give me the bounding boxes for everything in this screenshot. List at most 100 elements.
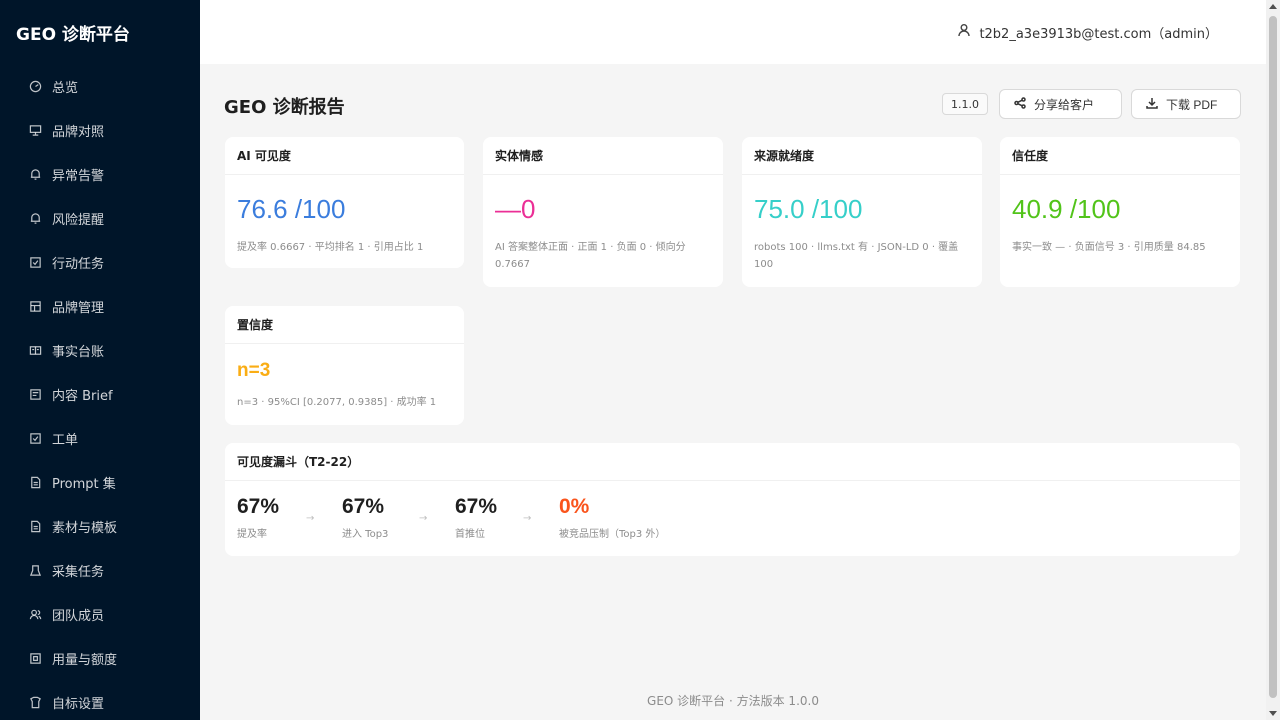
scroll-thumb[interactable] [1269, 16, 1277, 698]
ledger-icon [28, 343, 42, 357]
scroll-down-icon[interactable] [1269, 711, 1277, 716]
metric-detail: AI 答案整体正面 · 正面 1 · 负面 0 · 倾向分 0.7667 [495, 242, 686, 270]
sidebar: GEO 诊断平台 总览 品牌对照 异常告警 风险提醒 行动任务 品牌管理 事实台… [0, 0, 200, 720]
risk-icon [28, 211, 42, 225]
metric-value: 75.0 /100 [754, 194, 863, 224]
sidebar-item-settings[interactable]: 自标设置 [0, 680, 200, 720]
metric-card-confidence: 置信度 n=3 n=3 · 95%CI [0.2077, 0.9385] · 成… [225, 306, 464, 425]
sidebar-item-brand-compare[interactable]: 品牌对照 [0, 108, 200, 152]
team-icon [28, 607, 42, 621]
sidebar-item-fact-ledger[interactable]: 事实台账 [0, 328, 200, 372]
metric-title: AI 可见度 [225, 137, 464, 175]
page-footer: GEO 诊断平台 · 方法版本 1.0.0 [647, 694, 819, 708]
user-icon [957, 23, 979, 41]
top-header: t2b2_a3e3913b@test.com（admin） [200, 0, 1266, 64]
funnel-step-mention: 67% 提及率 [237, 495, 279, 540]
sidebar-item-assets-templates[interactable]: 素材与模板 [0, 504, 200, 548]
template-icon [28, 519, 42, 533]
quota-icon [28, 651, 42, 665]
sidebar-item-label: 事实台账 [52, 344, 105, 360]
sidebar-item-label: 自标设置 [52, 696, 105, 712]
compare-icon [28, 123, 42, 137]
alert-icon [28, 167, 42, 181]
metric-detail: robots 100 · llms.txt 有 · JSON-LD 0 · 覆盖… [754, 242, 959, 270]
sidebar-item-label: 采集任务 [52, 564, 105, 580]
funnel-step-suppressed: 0% 被竞品压制（Top3 外） [559, 495, 665, 540]
collect-icon [28, 563, 42, 577]
funnel-step-first: 67% 首推位 [455, 495, 497, 540]
metric-card-entity-sentiment: 实体情感 —0 AI 答案整体正面 · 正面 1 · 负面 0 · 倾向分 0.… [483, 137, 723, 287]
funnel-arrow-icon: → [306, 513, 315, 524]
sidebar-item-label: 工单 [52, 432, 79, 448]
metric-title: 实体情感 [483, 137, 723, 175]
sidebar-item-label: 异常告警 [52, 168, 105, 184]
share-icon [1014, 96, 1034, 112]
funnel-arrow-icon: → [523, 513, 532, 524]
sidebar-item-label: 风险提醒 [52, 212, 105, 228]
funnel-step-top3: 67% 进入 Top3 [342, 495, 388, 540]
sidebar-item-brand-management[interactable]: 品牌管理 [0, 284, 200, 328]
sidebar-item-label: 行动任务 [52, 256, 105, 272]
sidebar-item-label: 素材与模板 [52, 520, 118, 536]
sidebar-item-team-members[interactable]: 团队成员 [0, 592, 200, 636]
funnel-pct: 67% [342, 495, 385, 518]
dashboard-icon [28, 79, 42, 93]
metric-value: 76.6 /100 [237, 194, 346, 224]
sidebar-item-label: 总览 [52, 80, 79, 96]
sidebar-item-action-tasks[interactable]: 行动任务 [0, 240, 200, 284]
metric-card-source-readiness: 来源就绪度 75.0 /100 robots 100 · llms.txt 有 … [742, 137, 982, 287]
sidebar-item-collection-tasks[interactable]: 采集任务 [0, 548, 200, 592]
metric-value: n=3 [237, 360, 271, 381]
scroll-up-icon[interactable] [1269, 4, 1277, 9]
app-brand[interactable]: GEO 诊断平台 [0, 0, 200, 64]
page-title: GEO 诊断报告 [224, 97, 345, 118]
share-button[interactable]: 分享给客户 [999, 89, 1122, 119]
funnel-arrow-icon: → [419, 513, 428, 524]
metric-detail: 提及率 0.6667 · 平均排名 1 · 引用占比 1 [237, 242, 424, 253]
metric-value: 40.9 /100 [1012, 194, 1121, 224]
funnel-label: 首推位 [455, 529, 485, 540]
metric-title: 信任度 [1000, 137, 1240, 175]
funnel-label: 被竞品压制（Top3 外） [559, 529, 666, 540]
user-email: t2b2_a3e3913b@test.com（admin） [979, 26, 1218, 42]
metric-detail: 事实一致 — · 负面信号 3 · 引用质量 84.85 [1012, 242, 1206, 253]
user-menu[interactable]: t2b2_a3e3913b@test.com（admin） [957, 23, 1218, 42]
funnel-pct: 0% [559, 495, 590, 518]
visibility-funnel-card: 可见度漏斗（T2-22） 67% 提及率 → 67% 进入 Top3 → 67%… [225, 443, 1240, 556]
sidebar-item-label: 团队成员 [52, 608, 105, 624]
sidebar-menu: 总览 品牌对照 异常告警 风险提醒 行动任务 品牌管理 事实台账 内容 Brie… [0, 64, 200, 720]
sidebar-item-risk[interactable]: 风险提醒 [0, 196, 200, 240]
sidebar-item-tickets[interactable]: 工单 [0, 416, 200, 460]
metric-title: 置信度 [225, 306, 464, 344]
sidebar-item-content-brief[interactable]: 内容 Brief [0, 372, 200, 416]
download-pdf-button[interactable]: 下载 PDF [1131, 89, 1241, 119]
metric-title: 来源就绪度 [742, 137, 982, 175]
metric-value: —0 [495, 194, 536, 224]
funnel-label: 提及率 [237, 529, 267, 540]
funnel-label: 进入 Top3 [342, 529, 389, 540]
sidebar-item-usage-quota[interactable]: 用量与额度 [0, 636, 200, 680]
sidebar-item-label: 品牌对照 [52, 124, 105, 140]
metric-card-trust: 信任度 40.9 /100 事实一致 — · 负面信号 3 · 引用质量 84.… [1000, 137, 1240, 287]
ticket-icon [28, 431, 42, 445]
download-icon [1146, 97, 1166, 112]
sidebar-item-label: 品牌管理 [52, 300, 105, 316]
share-label: 分享给客户 [1034, 97, 1095, 112]
sidebar-item-overview[interactable]: 总览 [0, 64, 200, 108]
metric-card-ai-visibility: AI 可见度 76.6 /100 提及率 0.6667 · 平均排名 1 · 引… [225, 137, 464, 268]
task-icon [28, 255, 42, 269]
download-label: 下载 PDF [1166, 97, 1218, 112]
settings-icon [28, 695, 42, 709]
sidebar-item-label: 用量与额度 [52, 652, 118, 668]
funnel-pct: 67% [237, 495, 280, 518]
main-content: GEO 诊断报告 1.1.0 分享给客户 下载 PDF AI 可见度 76.6 … [200, 64, 1266, 720]
sidebar-item-label: 内容 Brief [52, 388, 113, 404]
page-scrollbar[interactable] [1266, 0, 1280, 720]
funnel-title: 可见度漏斗（T2-22） [225, 443, 1240, 481]
funnel-pct: 67% [455, 495, 498, 518]
sidebar-item-alerts[interactable]: 异常告警 [0, 152, 200, 196]
brand-icon [28, 299, 42, 313]
sidebar-item-prompt-set[interactable]: Prompt 集 [0, 460, 200, 504]
metric-detail: n=3 · 95%CI [0.2077, 0.9385] · 成功率 1 [237, 397, 437, 408]
version-tag: 1.1.0 [942, 93, 988, 115]
